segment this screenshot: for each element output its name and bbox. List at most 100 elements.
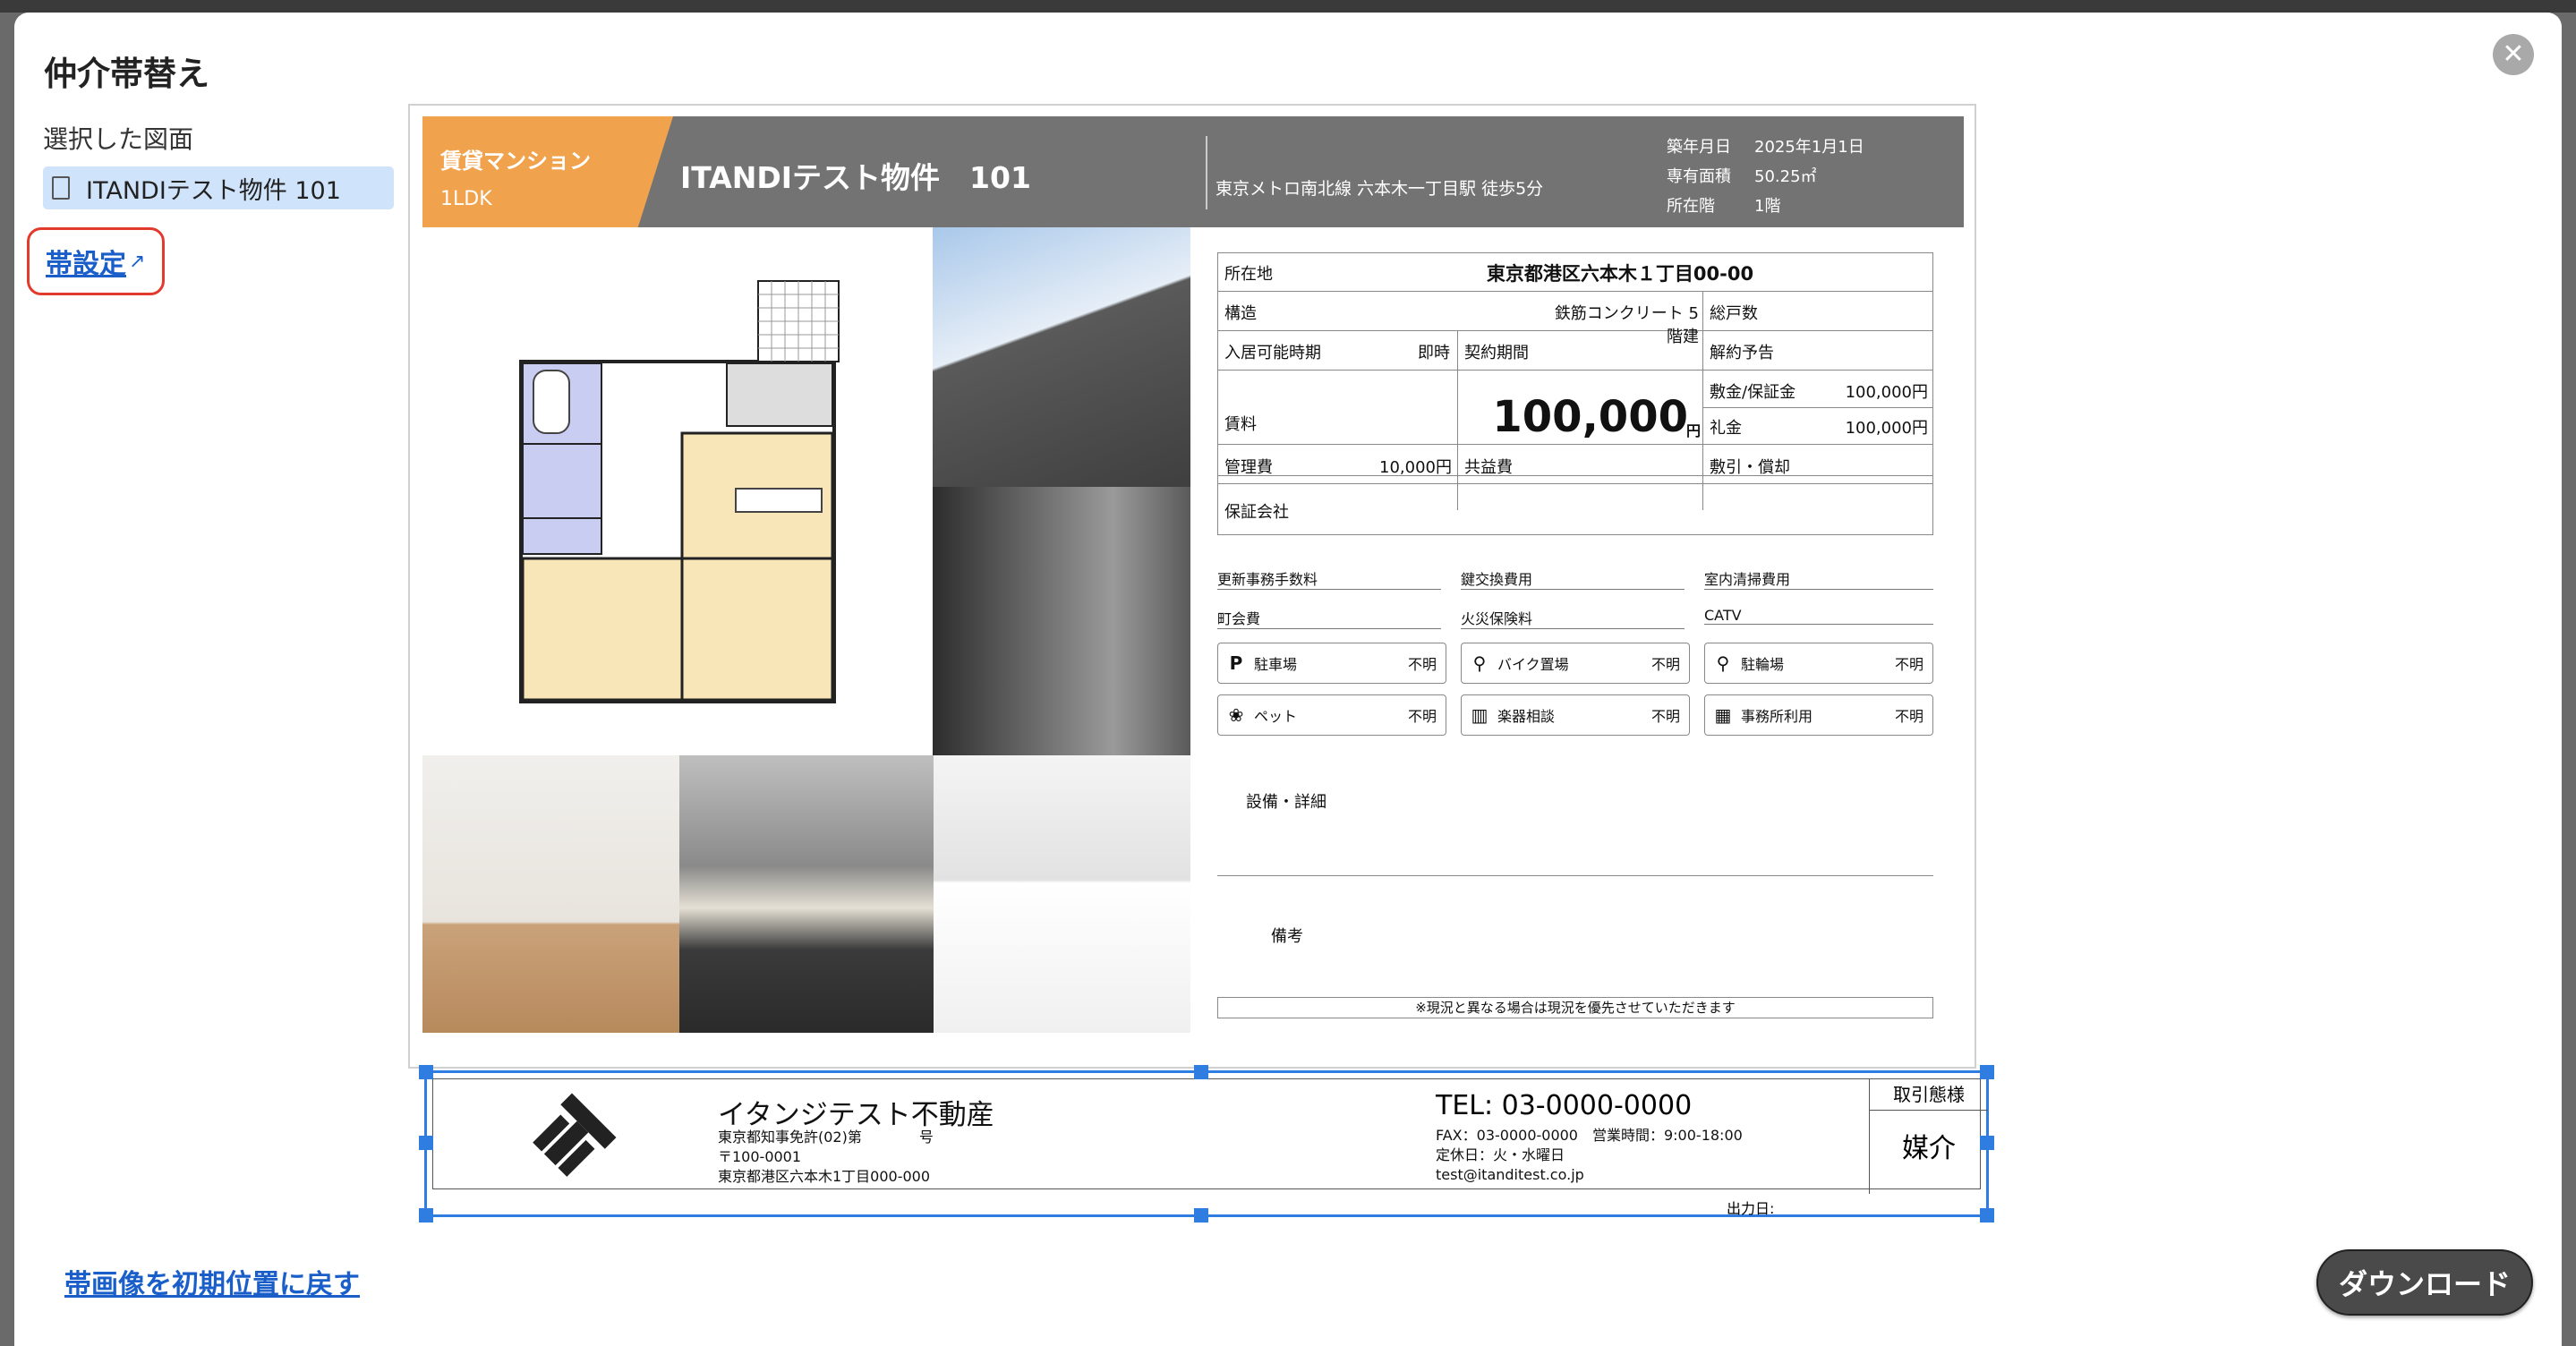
- room-photo: [422, 755, 679, 1033]
- amenity-pet: ❀ ペット 不明: [1217, 694, 1446, 736]
- download-button[interactable]: ダウンロード: [2316, 1249, 2533, 1316]
- exterior-photo: [933, 227, 1190, 487]
- property-type-badge: 賃貸マンション 1LDK: [422, 116, 673, 227]
- amenity-label: ペット: [1254, 708, 1298, 725]
- transaction-type-label: 取引態様: [1870, 1079, 1988, 1111]
- resize-handle-bottom-right[interactable]: [1980, 1208, 1994, 1222]
- file-name: ITANDIテスト物件 101: [86, 176, 341, 205]
- obi-setting-label[interactable]: 帯設定: [46, 242, 126, 281]
- amenity-motorbike: ⚲ バイク置場 不明: [1461, 643, 1690, 684]
- notice-label: 解約予告: [1710, 344, 1774, 362]
- row-divider-2: [1217, 483, 1933, 484]
- layout-type: 1LDK: [440, 188, 492, 210]
- movein-value: 即時: [1418, 344, 1450, 362]
- rent-label: 賃料: [1224, 415, 1257, 434]
- external-link-icon: ↗: [129, 250, 146, 273]
- floor-plan-image: [422, 227, 933, 755]
- mgmt-label: 管理費: [1224, 458, 1273, 477]
- amenity-office: ▦ 事務所利用 不明: [1704, 694, 1933, 736]
- remarks-label: 備考: [1271, 927, 1303, 946]
- transaction-type-box: 取引態様 媒介: [1869, 1079, 1988, 1194]
- header-divider: [1206, 136, 1207, 209]
- company-tel: TEL: 03-0000-0000: [1436, 1090, 1693, 1121]
- property-details: 所在地 東京都港区六本木１丁目00-00 構造 鉄筋コンクリート 5階建 総戸数…: [1190, 227, 1964, 1033]
- deposit-label: 敷金/保証金: [1710, 383, 1796, 402]
- modal-title: 仲介帯替え: [44, 55, 209, 93]
- washroom-photo: [934, 755, 1190, 1033]
- amenity-label: 駐輪場: [1741, 656, 1785, 673]
- row-divider: [1217, 444, 1933, 445]
- floor-label: 所在階: [1667, 197, 1715, 216]
- resize-handle-bottom[interactable]: [1194, 1208, 1208, 1222]
- top-bar: [0, 0, 2576, 13]
- key-money-value: 100,000円: [1845, 419, 1928, 438]
- property-flyer: 賃貸マンション 1LDK ITANDIテスト物件 101 東京メトロ南北線 六本…: [422, 116, 1964, 1047]
- col-divider: [1702, 292, 1703, 331]
- disclaimer: ※現況と異なる場合は現況を優先させていただきます: [1217, 997, 1933, 1018]
- resize-handle-bottom-left[interactable]: [419, 1208, 433, 1222]
- license-number: 東京都知事免許(02)第 号: [718, 1129, 934, 1146]
- pet-icon: ❀: [1228, 704, 1244, 726]
- close-icon[interactable]: ✕: [2493, 34, 2534, 75]
- parking-icon: P: [1229, 652, 1243, 674]
- floor-value: 1階: [1754, 197, 1781, 216]
- fire-insurance-label: 火災保険料: [1461, 607, 1685, 629]
- built-label: 築年月日: [1667, 138, 1731, 157]
- contract-label: 契約期間: [1464, 344, 1529, 362]
- company-logo: [533, 1093, 617, 1177]
- guarantor-label: 保証会社: [1224, 503, 1289, 522]
- company-fax: FAX：03-0000-0000 営業時間：9:00-18:00: [1436, 1127, 1743, 1144]
- mgmt-value: 10,000円: [1379, 458, 1452, 477]
- photo-grid: [422, 227, 1190, 1033]
- key-exchange-label: 鍵交換費用: [1461, 567, 1685, 590]
- company-address: 東京都港区六本木1丁目000-000: [718, 1168, 931, 1185]
- rent-value: 100,000: [1492, 392, 1688, 442]
- transaction-type-value: 媒介: [1902, 1133, 1956, 1164]
- area-value: 50.25㎡: [1754, 167, 1817, 186]
- amenity-label: 事務所利用: [1741, 708, 1813, 725]
- entrance-photo: [933, 487, 1190, 755]
- company-holiday: 定休日：火・水曜日: [1436, 1146, 1565, 1163]
- resize-handle-top-right[interactable]: [1980, 1065, 1994, 1079]
- resize-handle-top-left[interactable]: [419, 1065, 433, 1079]
- amenity-value: 不明: [1651, 708, 1680, 725]
- resize-handle-top[interactable]: [1194, 1065, 1208, 1079]
- amenity-value: 不明: [1894, 656, 1923, 673]
- resize-handle-left[interactable]: [419, 1136, 433, 1150]
- selected-label: 選択した図面: [43, 124, 194, 154]
- header-info: 築年月日 2025年1月1日 専有面積 50.25㎡ 所在階 1階: [1667, 132, 1864, 221]
- amenity-label: 駐車場: [1254, 656, 1298, 673]
- station-info: 東京メトロ南北線 六本木一丁目駅 徒歩5分: [1215, 179, 1544, 199]
- amenity-value: 不明: [1407, 656, 1437, 673]
- structure-label: 構造: [1224, 304, 1257, 323]
- equipment-divider: [1217, 875, 1933, 876]
- rent-unit: 円: [1686, 422, 1702, 439]
- key-money-label: 礼金: [1710, 419, 1742, 438]
- area-label: 専有面積: [1667, 167, 1731, 186]
- cleaning-fee-label: 室内清掃費用: [1704, 567, 1933, 590]
- town-fee-label: 町会費: [1217, 607, 1441, 629]
- motorbike-icon: ⚲: [1472, 652, 1487, 674]
- property-name: ITANDIテスト物件 101: [680, 160, 1031, 195]
- amenity-bicycle: ⚲ 駐輪場 不明: [1704, 643, 1933, 684]
- reset-position-link[interactable]: 帯画像を初期位置に戻す: [64, 1262, 360, 1301]
- amenity-instrument: ▥ 楽器相談 不明: [1461, 694, 1690, 736]
- instrument-icon: ▥: [1471, 704, 1488, 726]
- company-email: test@itanditest.co.jp: [1436, 1166, 1584, 1183]
- amortization-label: 敷引・償却: [1710, 458, 1790, 477]
- resize-handle-right[interactable]: [1980, 1136, 1994, 1150]
- address-value: 東京都港区六本木１丁目00-00: [1486, 263, 1754, 285]
- company-name: イタンジテスト不動産: [718, 1099, 994, 1131]
- amenity-label: 楽器相談: [1497, 708, 1556, 725]
- kitchen-photo: [679, 755, 934, 1033]
- selected-file-item[interactable]: ITANDIテスト物件 101: [43, 166, 394, 209]
- amenity-parking: P 駐車場 不明: [1217, 643, 1446, 684]
- obi-band[interactable]: イタンジテスト不動産 東京都知事免許(02)第 号 〒100-0001 東京都港…: [419, 1065, 1994, 1222]
- address-label: 所在地: [1224, 265, 1273, 284]
- output-date-label: 出力日:: [1727, 1200, 1775, 1217]
- property-type: 賃貸マンション: [440, 149, 591, 174]
- renewal-fee-label: 更新事務手数料: [1217, 567, 1441, 590]
- amenity-value: 不明: [1407, 708, 1437, 725]
- amenity-value: 不明: [1651, 656, 1680, 673]
- obi-setting-link[interactable]: 帯設定 ↗: [27, 227, 165, 295]
